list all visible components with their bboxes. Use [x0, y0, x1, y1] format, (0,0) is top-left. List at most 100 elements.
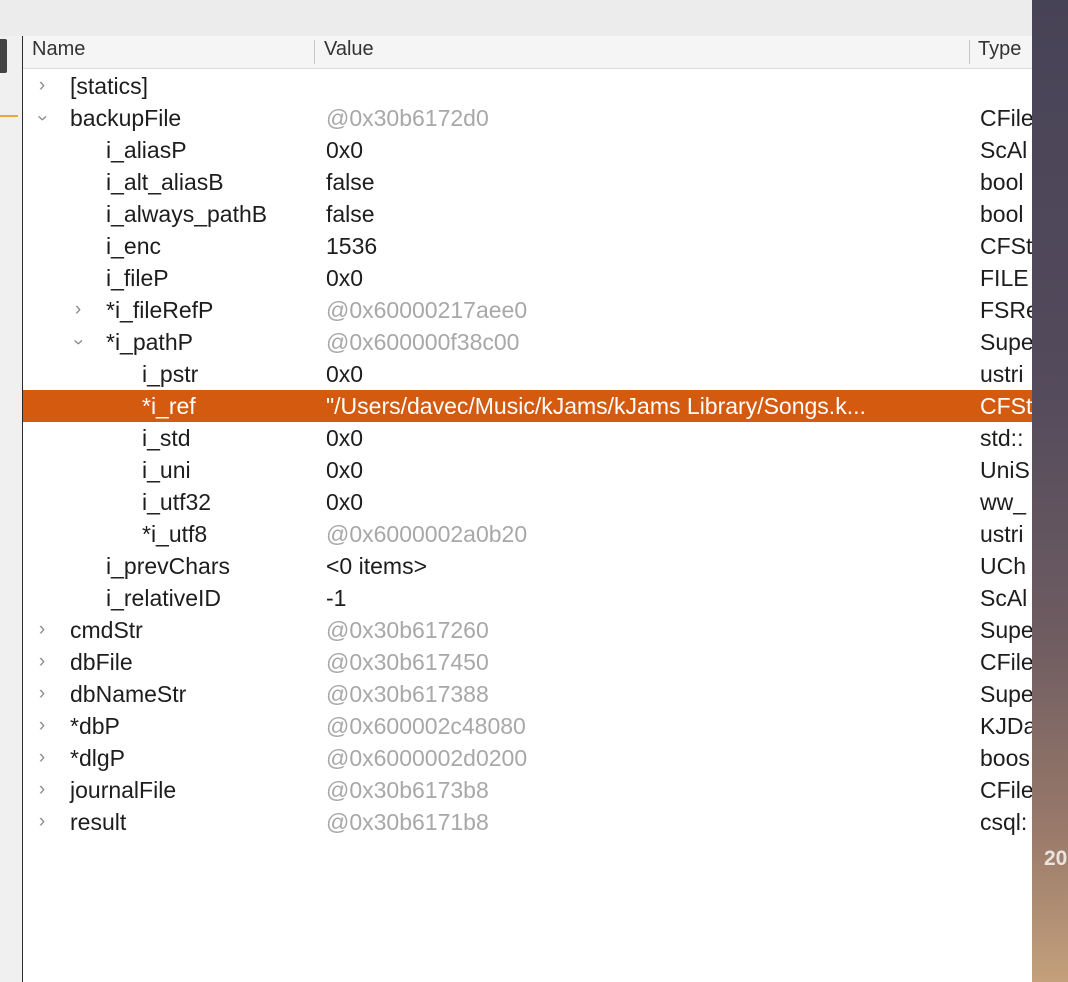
variable-value: false [326, 169, 375, 195]
variable-value: false [326, 201, 375, 227]
chevron-right-icon[interactable]: › [32, 614, 52, 646]
variable-name: i_utf32 [142, 489, 212, 515]
desktop-text: 20 [1044, 847, 1068, 870]
variable-type: std:: [980, 425, 1024, 451]
variable-value: @0x30b6172d0 [326, 105, 489, 131]
outline-row[interactable]: › *dlgP @0x6000002d0200 boos [23, 742, 1032, 774]
desktop-background [1032, 0, 1068, 982]
chevron-right-icon[interactable]: › [32, 70, 52, 102]
outline-row[interactable]: *i_utf8 @0x6000002a0b20 ustri [23, 518, 1032, 550]
outline-row[interactable]: i_enc 1536 CFSt [23, 230, 1032, 262]
variable-value: @0x30b617450 [326, 649, 489, 675]
chevron-right-icon[interactable]: › [32, 742, 52, 774]
chevron-right-icon[interactable]: › [32, 678, 52, 710]
outline-row[interactable]: › *i_pathP @0x600000f38c00 Supe [23, 326, 1032, 358]
variable-name: *i_ref [142, 393, 196, 419]
outline-row[interactable]: i_uni 0x0 UniS [23, 454, 1032, 486]
variable-name: *i_utf8 [142, 521, 208, 547]
outline-row[interactable]: › *dbP @0x600002c48080 KJDa [23, 710, 1032, 742]
variable-value: 0x0 [326, 137, 364, 163]
outline-row[interactable]: › backupFile @0x30b6172d0 CFile [23, 102, 1032, 134]
variable-type: ustri [980, 521, 1024, 547]
variable-type: Supe [980, 617, 1032, 643]
variable-type: ScAl [980, 137, 1028, 163]
variable-value: 0x0 [326, 489, 364, 515]
chevron-right-icon[interactable]: › [32, 646, 52, 678]
variable-type: bool [980, 201, 1024, 227]
variable-type: CFSt [980, 233, 1032, 259]
variable-value: "/Users/davec/Music/kJams/kJams Library/… [326, 393, 866, 419]
sidebar-accent-line [0, 115, 18, 117]
variable-type: CFSt [980, 393, 1032, 419]
column-divider[interactable] [314, 40, 315, 64]
variable-value: @0x6000002d0200 [326, 745, 528, 771]
variables-outline: › [statics] › backupFile @0x30b6172d0 CFile i_… [23, 70, 1032, 838]
variable-type: FILE [980, 265, 1029, 291]
chevron-down-icon[interactable]: › [26, 108, 58, 128]
variable-value: @0x30b6171b8 [326, 809, 489, 835]
variable-name: i_uni [142, 457, 191, 483]
column-divider[interactable] [969, 40, 970, 64]
outline-row[interactable]: › journalFile @0x30b6173b8 CFile [23, 774, 1032, 806]
variable-type: bool [980, 169, 1024, 195]
sidebar-toggle-button[interactable] [0, 39, 7, 73]
column-header-name[interactable]: Name [32, 38, 85, 61]
variable-name: i_aliasP [106, 137, 187, 163]
variable-name: *i_fileRefP [106, 297, 214, 323]
variable-value: @0x60000217aee0 [326, 297, 528, 323]
variable-type: boos [980, 745, 1030, 771]
variables-panel: Name Value Type › [statics] › backupFile @0x… [23, 36, 1032, 982]
variable-value: @0x30b617260 [326, 617, 489, 643]
variable-value: -1 [326, 585, 347, 611]
variable-type: FSRe [980, 297, 1032, 323]
variable-value: 0x0 [326, 265, 364, 291]
variable-name: i_pstr [142, 361, 199, 387]
outline-row[interactable]: i_aliasP 0x0 ScAl [23, 134, 1032, 166]
variable-value: 0x0 [326, 361, 364, 387]
variable-value: 1536 [326, 233, 378, 259]
outline-row[interactable]: › dbFile @0x30b617450 CFile [23, 646, 1032, 678]
variable-type: ustri [980, 361, 1024, 387]
variable-name: i_enc [106, 233, 161, 259]
variable-type: CFile [980, 649, 1032, 675]
outline-row[interactable]: i_relativeID -1 ScAl [23, 582, 1032, 614]
outline-row[interactable]: › dbNameStr @0x30b617388 Supe [23, 678, 1032, 710]
left-sidebar-edge [0, 36, 23, 982]
outline-row[interactable]: *i_ref "/Users/davec/Music/kJams/kJams Li… [23, 390, 1032, 422]
chevron-right-icon[interactable]: › [32, 710, 52, 742]
variable-name: i_fileP [106, 265, 169, 291]
variable-type: Supe [980, 681, 1032, 707]
variable-type: UCh [980, 553, 1027, 579]
outline-row[interactable]: i_utf32 0x0 ww_ [23, 486, 1032, 518]
outline-row[interactable]: › result @0x30b6171b8 csql: [23, 806, 1032, 838]
variable-name: i_relativeID [106, 585, 222, 611]
variable-value: 0x0 [326, 425, 364, 451]
outline-row[interactable]: i_fileP 0x0 FILE [23, 262, 1032, 294]
chevron-right-icon[interactable]: › [32, 774, 52, 806]
variable-type: CFile [980, 777, 1032, 803]
variable-name: dbNameStr [70, 681, 187, 707]
chevron-right-icon[interactable]: › [32, 806, 52, 838]
variable-name: *dbP [70, 713, 120, 739]
outline-row[interactable]: i_alt_aliasB false bool [23, 166, 1032, 198]
outline-row[interactable]: › cmdStr @0x30b617260 Supe [23, 614, 1032, 646]
column-header-type[interactable]: Type [978, 38, 1021, 61]
variable-name: i_prevChars [106, 553, 230, 579]
outline-row[interactable]: › *i_fileRefP @0x60000217aee0 FSRe [23, 294, 1032, 326]
outline-row[interactable]: › [statics] [23, 70, 1032, 102]
chevron-right-icon[interactable]: › [68, 294, 88, 326]
toolbar-strip [0, 0, 1032, 36]
variable-name: [statics] [70, 73, 148, 99]
chevron-down-icon[interactable]: › [62, 332, 94, 352]
column-header: Name Value Type [23, 36, 1032, 69]
variable-type: ScAl [980, 585, 1028, 611]
outline-row[interactable]: i_pstr 0x0 ustri [23, 358, 1032, 390]
variable-value: 0x0 [326, 457, 364, 483]
variable-name: journalFile [70, 777, 177, 803]
outline-row[interactable]: i_prevChars <0 items> UCh [23, 550, 1032, 582]
variable-name: *dlgP [70, 745, 125, 771]
variable-type: KJDa [980, 713, 1032, 739]
outline-row[interactable]: i_always_pathB false bool [23, 198, 1032, 230]
column-header-value[interactable]: Value [324, 38, 374, 61]
outline-row[interactable]: i_std 0x0 std:: [23, 422, 1032, 454]
